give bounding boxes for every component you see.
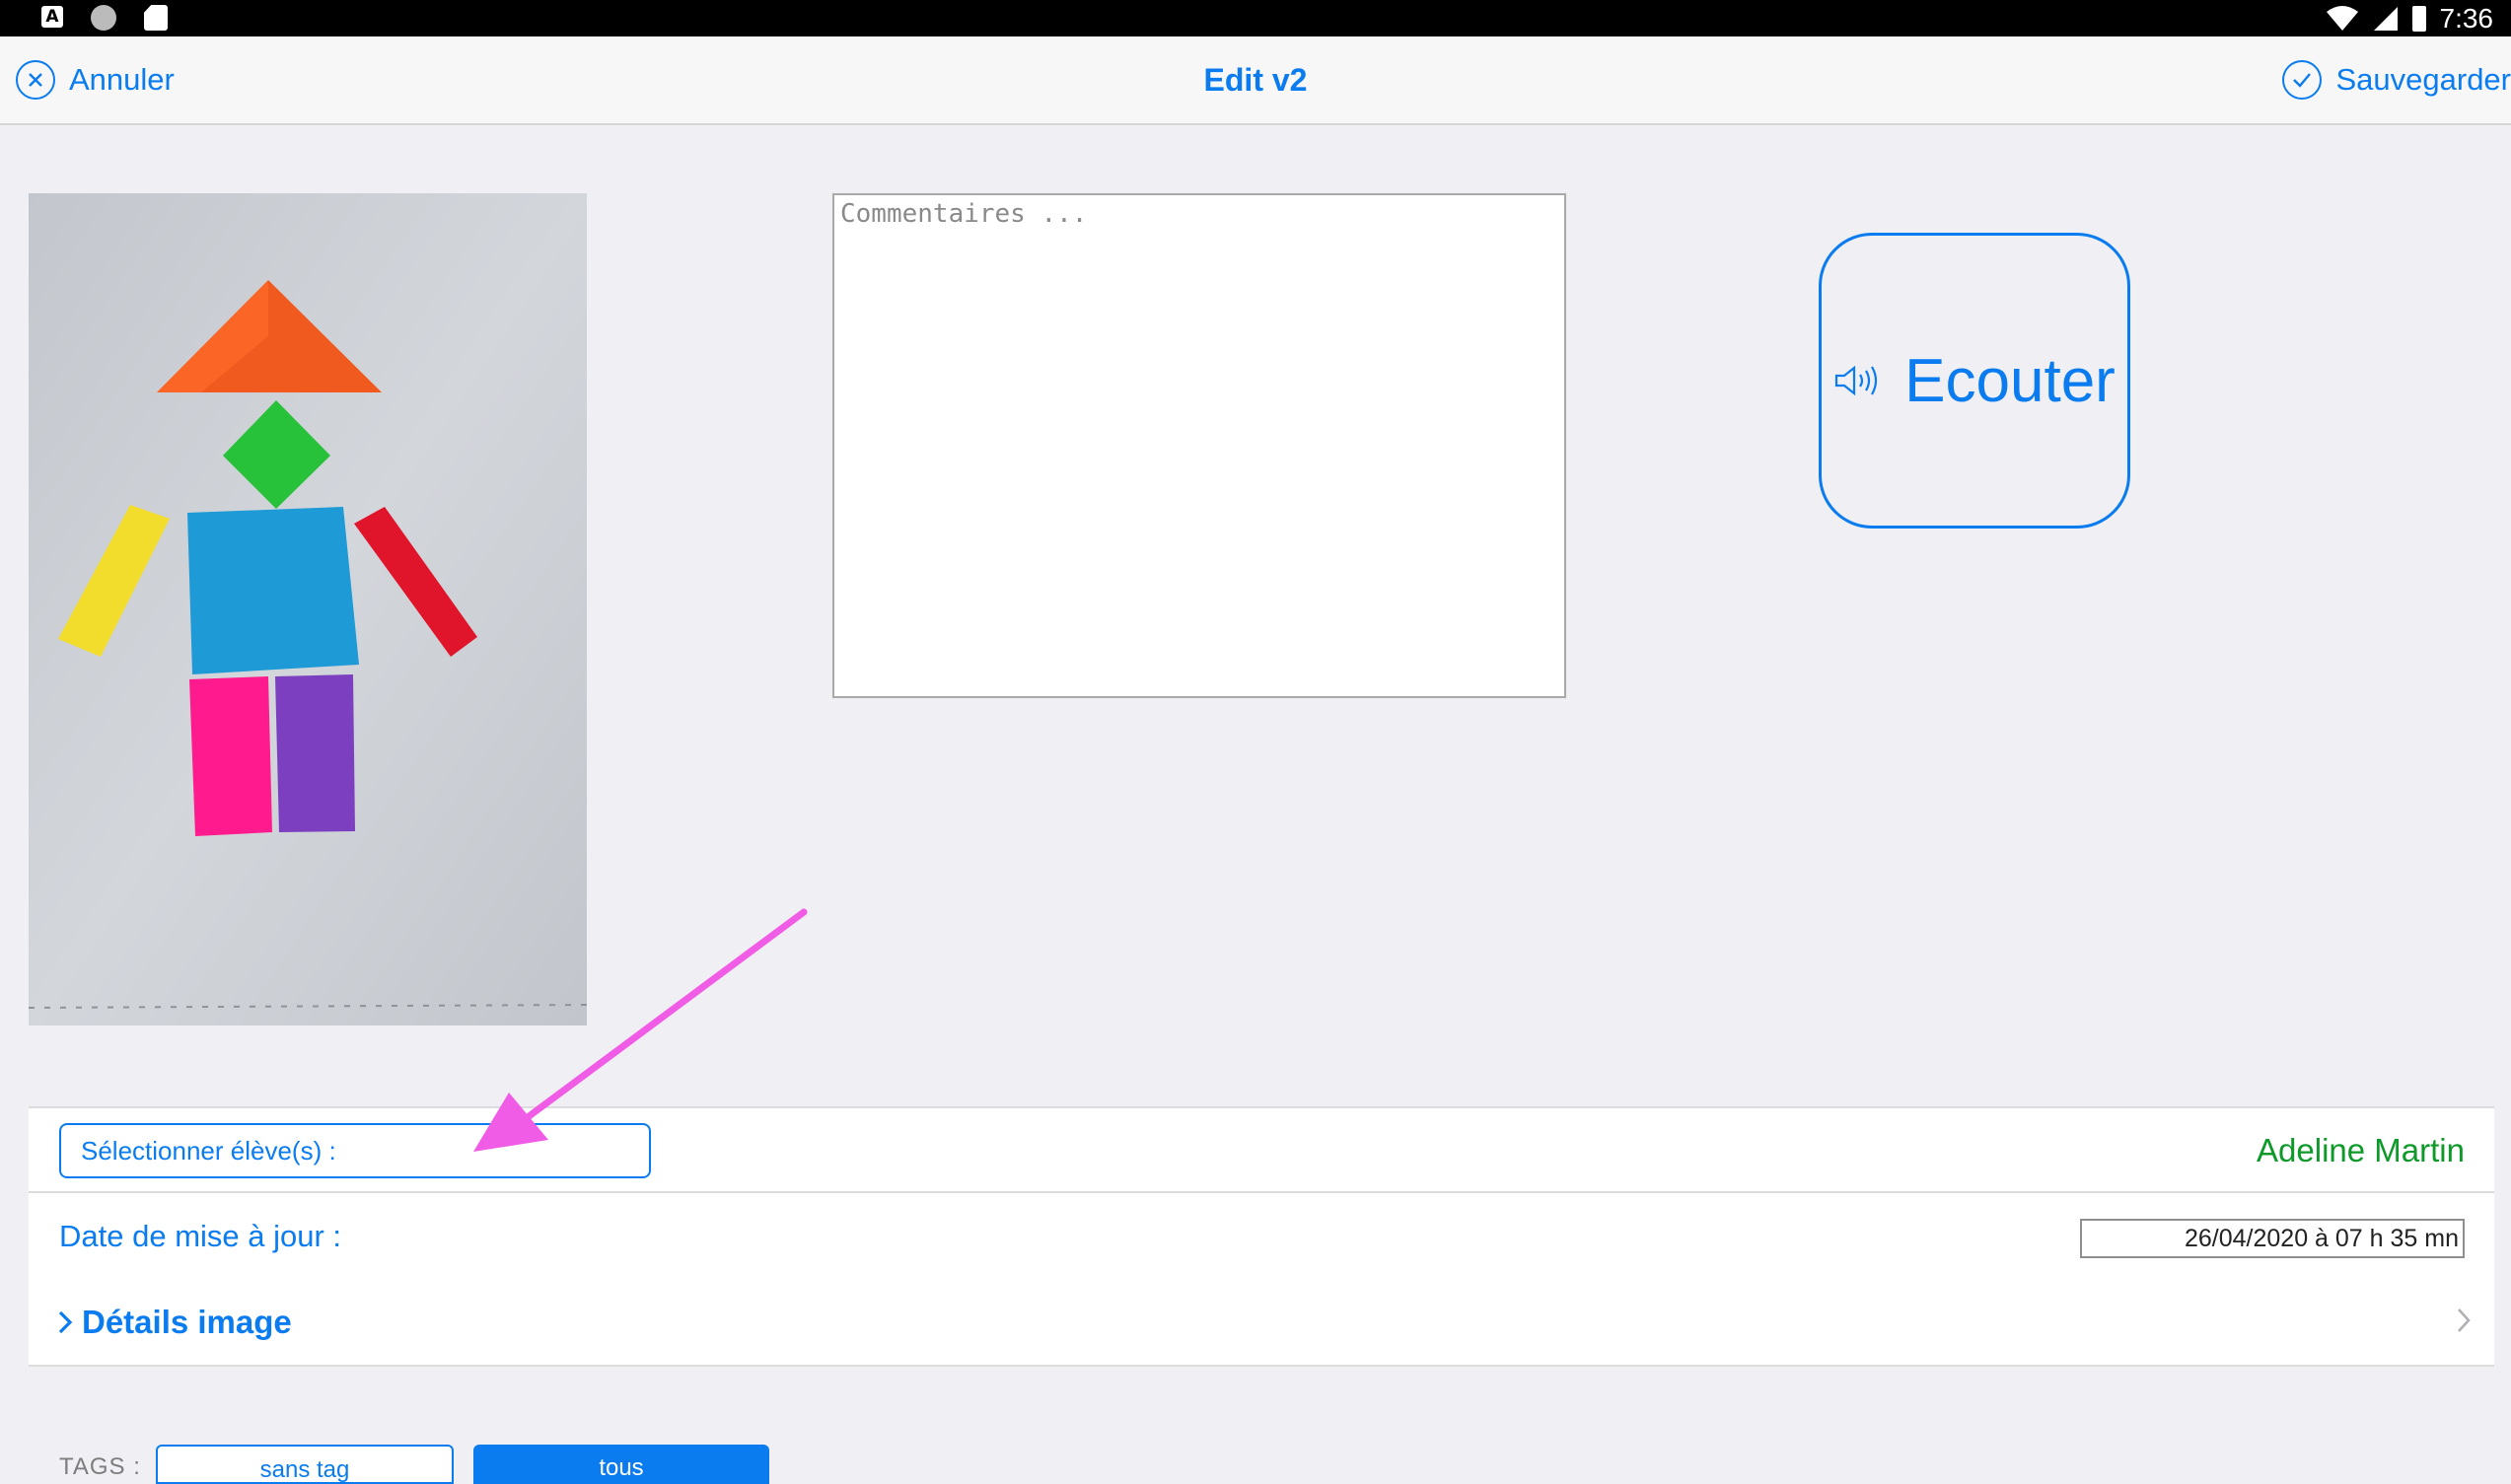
navigation-bar: Edit v2 Annuler Sauvegarder xyxy=(0,36,2511,125)
close-icon xyxy=(16,60,55,100)
check-icon xyxy=(2282,60,2323,100)
comment-textarea[interactable] xyxy=(832,193,1566,698)
wifi-icon xyxy=(2326,5,2358,31)
update-date-row: Date de mise à jour : xyxy=(29,1191,2494,1282)
update-date-label: Date de mise à jour : xyxy=(59,1219,342,1253)
image-details-toggle[interactable]: Détails image xyxy=(56,1280,292,1365)
image-details-label: Détails image xyxy=(82,1304,292,1340)
disclosure-chevron-icon xyxy=(2458,1308,2471,1332)
listen-label: Ecouter xyxy=(1904,346,2116,415)
clock: 7:36 xyxy=(2439,2,2494,34)
cancel-button[interactable]: Annuler xyxy=(16,36,175,123)
status-bar: A 7:36 xyxy=(0,0,2511,36)
tangram-photo xyxy=(29,193,587,1025)
selected-student[interactable]: Adeline Martin xyxy=(2257,1108,2465,1193)
circle-icon xyxy=(91,5,116,31)
image-preview[interactable] xyxy=(29,193,587,1025)
students-row: Sélectionner élève(s) : Adeline Martin xyxy=(29,1106,2494,1193)
a-icon: A xyxy=(41,6,63,28)
chevron-right-icon xyxy=(58,1310,73,1334)
image-details-row[interactable]: Détails image xyxy=(29,1280,2494,1367)
tag-all[interactable]: tous xyxy=(473,1445,769,1484)
select-students-label: Sélectionner élève(s) : xyxy=(81,1135,336,1166)
listen-button[interactable]: Ecouter xyxy=(1819,233,2130,529)
select-students-field[interactable]: Sélectionner élève(s) : xyxy=(59,1123,651,1178)
battery-icon xyxy=(2411,5,2426,32)
speaker-icon xyxy=(1835,365,1878,396)
save-label: Sauvegarder xyxy=(2335,62,2511,97)
sd-card-icon xyxy=(144,5,168,31)
signal-icon xyxy=(2373,6,2398,31)
cancel-label: Annuler xyxy=(69,62,175,97)
page-title: Edit v2 xyxy=(1203,62,1308,98)
tag-no-tag[interactable]: sans tag xyxy=(156,1445,454,1484)
save-button[interactable]: Sauvegarder xyxy=(2282,36,2511,123)
update-date-field[interactable] xyxy=(2080,1219,2465,1258)
tags-label: TAGS : xyxy=(59,1453,141,1480)
